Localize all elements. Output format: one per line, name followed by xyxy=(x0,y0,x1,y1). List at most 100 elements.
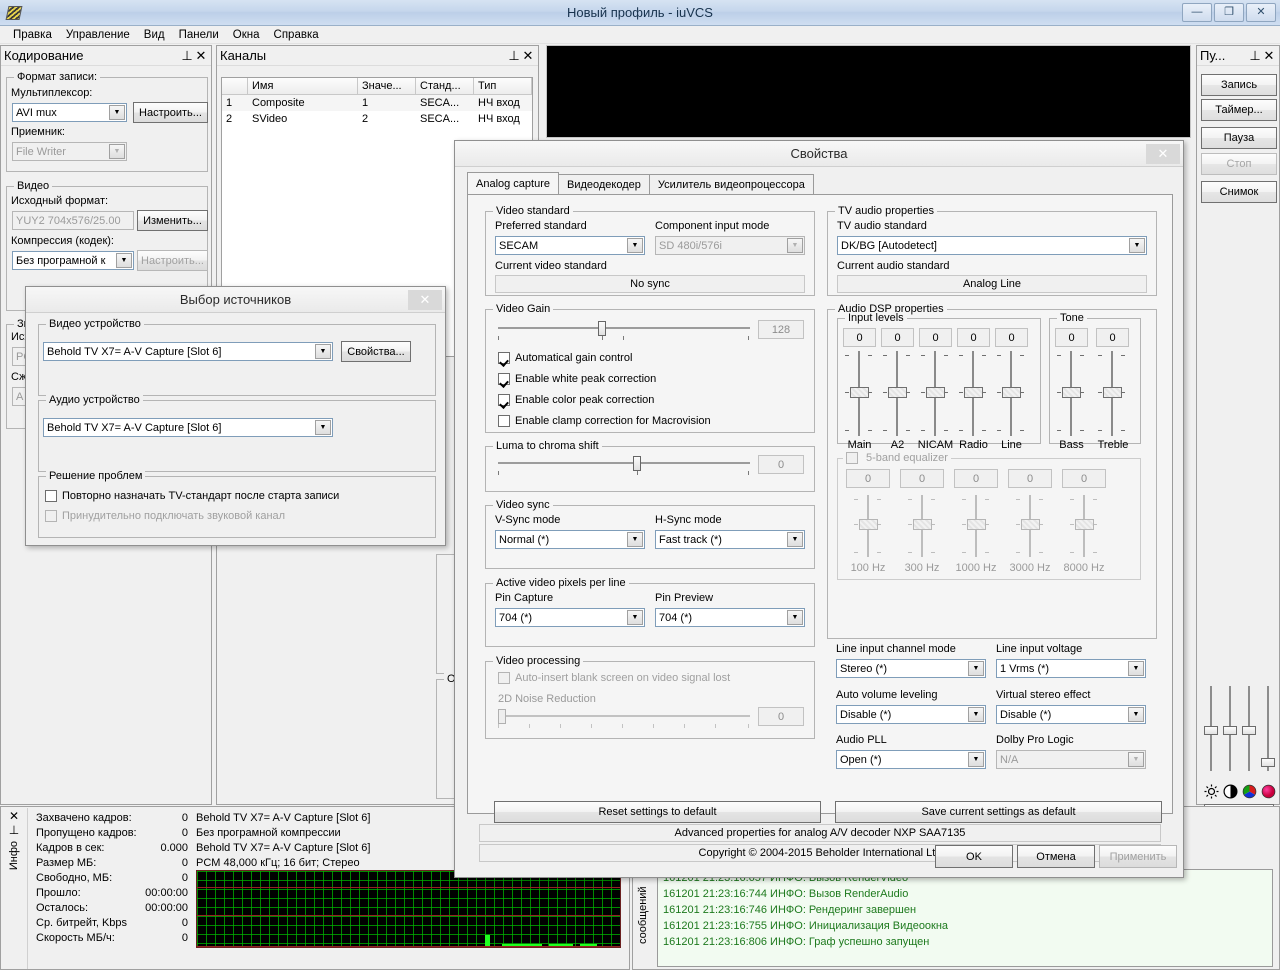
chevron-down-icon[interactable]: ▼ xyxy=(968,661,984,676)
video-preview[interactable] xyxy=(546,45,1191,138)
video-gain-slider[interactable] xyxy=(498,319,750,341)
messages-log[interactable]: 161201 21:23:16:657 ИНФО: Вызов RenderVi… xyxy=(657,869,1273,967)
menu-item-windows[interactable]: Окна xyxy=(226,28,267,42)
slider-thumb[interactable] xyxy=(926,387,945,398)
slider-thumb[interactable] xyxy=(1103,387,1122,398)
timer-button[interactable]: Таймер... xyxy=(1201,99,1277,121)
chevron-down-icon[interactable]: ▼ xyxy=(109,144,125,159)
avl-combo[interactable]: Disable (*) ▼ xyxy=(836,705,986,724)
chevron-down-icon[interactable]: ▼ xyxy=(116,253,132,268)
tv-audio-standard-combo[interactable]: DK/BG [Autodetect] ▼ xyxy=(837,236,1147,255)
sink-combo[interactable]: File Writer ▼ xyxy=(12,142,127,161)
saturation-slider[interactable] xyxy=(1261,686,1275,771)
minimize-button[interactable]: — xyxy=(1182,3,1212,22)
reset-settings-button[interactable]: Reset settings to default xyxy=(494,801,821,823)
snapshot-button[interactable]: Снимок xyxy=(1201,181,1277,203)
tone-slider[interactable] xyxy=(1095,351,1129,436)
table-row[interactable]: 1 Composite 1 SECA... НЧ вход xyxy=(222,95,532,111)
close-icon[interactable]: ✕ xyxy=(408,290,442,310)
pin-preview-combo[interactable]: 704 (*) ▼ xyxy=(655,608,805,627)
color-peak-checkbox[interactable]: Enable color peak correction xyxy=(498,394,654,406)
agc-checkbox[interactable]: Automatical gain control xyxy=(498,352,632,364)
chevron-down-icon[interactable]: ▼ xyxy=(315,344,331,359)
slider-thumb[interactable] xyxy=(633,456,641,471)
pin-icon[interactable]: ⊥ xyxy=(9,823,19,837)
column-header-name[interactable]: Имя xyxy=(248,78,358,95)
brightness-slider[interactable] xyxy=(1204,686,1218,771)
slider-thumb[interactable] xyxy=(850,387,869,398)
menu-item-control[interactable]: Управление xyxy=(59,28,137,42)
tab-video-decoder[interactable]: Видеодекодер xyxy=(558,174,650,194)
hsync-combo[interactable]: Fast track (*) ▼ xyxy=(655,530,805,549)
input-level-slider[interactable] xyxy=(956,351,990,436)
slider-thumb[interactable] xyxy=(1002,387,1021,398)
line-voltage-combo[interactable]: 1 Vrms (*) ▼ xyxy=(996,659,1146,678)
restore-button[interactable]: ❐ xyxy=(1214,3,1244,22)
chevron-down-icon[interactable]: ▼ xyxy=(109,105,125,120)
column-header-num[interactable] xyxy=(222,78,248,95)
save-settings-button[interactable]: Save current settings as default xyxy=(835,801,1162,823)
pin-icon[interactable]: ⊥ xyxy=(1248,48,1262,64)
tab-analog-capture[interactable]: Analog capture xyxy=(467,172,559,194)
chevron-down-icon[interactable]: ▼ xyxy=(627,532,643,547)
close-icon[interactable]: ✕ xyxy=(1146,144,1180,164)
codec-combo[interactable]: Без програмной к ▼ xyxy=(12,251,134,270)
ok-button[interactable]: OK xyxy=(935,845,1013,868)
menu-item-help[interactable]: Справка xyxy=(267,28,326,42)
chevron-down-icon[interactable]: ▼ xyxy=(787,610,803,625)
slider-thumb[interactable] xyxy=(1261,758,1275,767)
mux-combo[interactable]: AVI mux ▼ xyxy=(12,103,127,122)
input-level-slider[interactable] xyxy=(880,351,914,436)
table-row[interactable]: 2 SVideo 2 SECA... НЧ вход xyxy=(222,111,532,127)
input-level-slider[interactable] xyxy=(918,351,952,436)
column-header-standard[interactable]: Станд... xyxy=(416,78,474,95)
menu-item-edit[interactable]: Правка xyxy=(6,28,59,42)
vse-combo[interactable]: Disable (*) ▼ xyxy=(996,705,1146,724)
line-channel-mode-combo[interactable]: Stereo (*) ▼ xyxy=(836,659,986,678)
record-button[interactable]: Запись xyxy=(1201,74,1277,96)
menu-item-panels[interactable]: Панели xyxy=(172,28,226,42)
tab-video-processor-amp[interactable]: Усилитель видеопроцессора xyxy=(648,174,814,194)
close-icon[interactable]: ✕ xyxy=(194,48,208,64)
column-header-value[interactable]: Значе... xyxy=(358,78,416,95)
chevron-down-icon[interactable]: ▼ xyxy=(627,238,643,253)
tone-slider[interactable] xyxy=(1054,351,1088,436)
white-peak-checkbox[interactable]: Enable white peak correction xyxy=(498,373,656,385)
close-button[interactable]: ✕ xyxy=(1246,3,1276,22)
input-level-slider[interactable] xyxy=(994,351,1028,436)
audio-pll-combo[interactable]: Open (*) ▼ xyxy=(836,750,986,769)
slider-thumb[interactable] xyxy=(964,387,983,398)
contrast-slider[interactable] xyxy=(1223,686,1237,771)
close-icon[interactable]: ✕ xyxy=(9,809,19,823)
slider-thumb[interactable] xyxy=(598,321,606,336)
luma-chroma-slider[interactable] xyxy=(498,454,750,476)
chevron-down-icon[interactable]: ▼ xyxy=(627,610,643,625)
chevron-down-icon[interactable]: ▼ xyxy=(315,420,331,435)
pin-icon[interactable]: ⊥ xyxy=(507,48,521,64)
slider-thumb[interactable] xyxy=(888,387,907,398)
hue-slider[interactable] xyxy=(1242,686,1256,771)
reassign-tv-standard-checkbox[interactable]: Повторно назначать TV-стандарт после ста… xyxy=(45,490,339,502)
close-icon[interactable]: ✕ xyxy=(1262,48,1276,64)
chevron-down-icon[interactable]: ▼ xyxy=(787,532,803,547)
change-format-button[interactable]: Изменить... xyxy=(137,210,208,231)
chevron-down-icon[interactable]: ▼ xyxy=(1129,238,1145,253)
slider-thumb[interactable] xyxy=(1062,387,1081,398)
slider-thumb[interactable] xyxy=(1204,726,1218,735)
chevron-down-icon[interactable]: ▼ xyxy=(1128,707,1144,722)
macrovision-clamp-checkbox[interactable]: Enable clamp correction for Macrovision xyxy=(498,415,711,427)
vsync-combo[interactable]: Normal (*) ▼ xyxy=(495,530,645,549)
chevron-down-icon[interactable]: ▼ xyxy=(968,707,984,722)
cancel-button[interactable]: Отмена xyxy=(1017,845,1095,868)
slider-thumb[interactable] xyxy=(1223,726,1237,735)
mux-configure-button[interactable]: Настроить... xyxy=(133,102,208,123)
chevron-down-icon[interactable]: ▼ xyxy=(1128,661,1144,676)
column-header-type[interactable]: Тип xyxy=(474,78,532,95)
audio-device-combo[interactable]: Behold TV X7= A-V Capture [Slot 6] ▼ xyxy=(43,418,333,437)
pin-capture-combo[interactable]: 704 (*) ▼ xyxy=(495,608,645,627)
slider-thumb[interactable] xyxy=(1242,726,1256,735)
menu-item-view[interactable]: Вид xyxy=(137,28,172,42)
chevron-down-icon[interactable]: ▼ xyxy=(968,752,984,767)
pin-icon[interactable]: ⊥ xyxy=(180,48,194,64)
close-icon[interactable]: ✕ xyxy=(521,48,535,64)
